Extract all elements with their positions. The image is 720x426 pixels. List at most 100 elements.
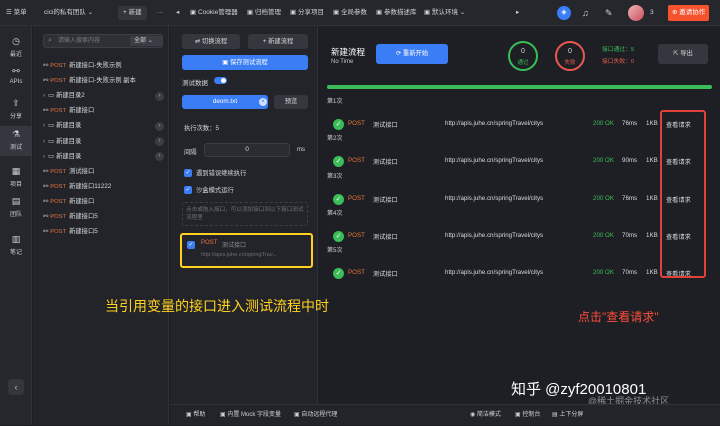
sandbox-option[interactable]: ✓ 沙盒模式运行 — [184, 185, 234, 195]
tree-folder[interactable]: › ▭ 新建目录 — [43, 151, 81, 163]
checkbox-checked-icon: ✓ — [184, 169, 192, 178]
tree-api-item[interactable]: ⚯ POST 新建接口 — [43, 196, 94, 208]
continue-on-error-option[interactable]: ✓ 遇到错误继续执行 — [184, 168, 246, 178]
flow-item-name: 测试接口 — [222, 243, 247, 249]
failed-label: 失败 — [564, 60, 576, 66]
stat-fail: 接口失败：0 — [602, 59, 635, 65]
cookie-icon: ▣ — [190, 9, 197, 16]
annotation-left: 当引用变量的接口进入测试流程中时 — [105, 298, 329, 314]
switch-flow-button[interactable]: ⇄ 切换流程 — [182, 34, 240, 49]
run-method: POST — [348, 269, 365, 277]
globe-icon: ▣ — [333, 9, 340, 16]
search-input[interactable]: 请输入搜索内容 — [58, 35, 100, 47]
edit-icon[interactable]: ✎ — [605, 0, 613, 26]
nav-share[interactable]: ⇪ 分享 — [0, 98, 32, 120]
run-row: ✓ POST 测试接口 http://apis.juhe.cn/springTrave… — [327, 147, 712, 177]
annotation-right: 点击"查看请求" — [578, 310, 659, 324]
drop-zone[interactable]: 点击或拖入接口，可以添加接口到以下接口测试流程里 — [182, 202, 308, 226]
invite-button[interactable]: ⊕ 邀请协作 — [668, 5, 710, 21]
console-icon: ▣ — [515, 412, 521, 418]
new-button[interactable]: + 新建 — [118, 6, 147, 20]
test-data-toggle[interactable] — [214, 77, 227, 84]
interval-label: 间隔 — [184, 149, 197, 156]
run-size: 1KB — [646, 120, 658, 127]
chevron-right-icon[interactable]: › — [155, 137, 164, 146]
filter-select[interactable]: 全部 ⌄ — [130, 36, 162, 46]
check-circle-icon: ✓ — [333, 268, 344, 280]
run-name: 测试接口 — [373, 271, 398, 279]
bell-icon[interactable]: ♫ — [582, 0, 589, 26]
run-url: http://apis.juhe.cn/springTravel/citys — [445, 120, 544, 127]
split-view-button[interactable]: ▤ 上下分屏 — [552, 405, 583, 426]
nav-test[interactable]: ⚗ 测试 — [0, 126, 32, 156]
link-icon: ⚯ — [43, 107, 49, 115]
proxy-icon: ▣ — [294, 412, 300, 418]
export-button[interactable]: ⇱ 导出 — [658, 44, 708, 64]
tree-api-item[interactable]: ⚯ POST 测试接口 — [43, 166, 94, 178]
tab-archive[interactable]: ▣ 归档管理 — [247, 0, 281, 26]
chevron-right-icon[interactable]: › — [155, 152, 164, 162]
flow-config-panel: ⇄ 切换流程 + 新建流程 ▣ 保存测试流程 测试数据 deom.txt × 预… — [170, 26, 318, 425]
progress-track — [327, 85, 712, 89]
chevron-right-icon[interactable]: › — [155, 121, 164, 131]
run-method: POST — [348, 120, 365, 127]
new-flow-button[interactable]: + 新建流程 — [248, 34, 308, 49]
failed-gauge: 0 失败 — [555, 41, 585, 71]
library-icon: ▣ — [376, 9, 383, 16]
tab-cookie[interactable]: ▣ Cookie管理器 — [190, 0, 238, 26]
exec-count: 执行次数：5 — [184, 125, 219, 132]
run-url: http://apis.juhe.cn/springTravel/citys — [445, 194, 544, 202]
run-time: 70ms — [622, 231, 638, 239]
environment-selector[interactable]: ▣ 默认环境 ⌄ — [424, 0, 465, 26]
more-icon[interactable]: ··· — [157, 0, 164, 26]
avatar[interactable] — [628, 5, 644, 21]
tab-share[interactable]: ▣ 分享项目 — [290, 0, 324, 26]
expand-icon: › — [43, 152, 46, 160]
remove-file-icon[interactable]: × — [259, 98, 267, 106]
tree-folder[interactable]: › ▭ 新建目录 — [43, 120, 81, 132]
help-button[interactable]: ▣ 帮助 — [186, 405, 205, 426]
tab-global-params[interactable]: ▣ 全局参数 — [333, 0, 367, 26]
mock-vars-button[interactable]: ▣ 内置 Mock 字段变量 — [220, 405, 281, 426]
nav-apis[interactable]: ⚯ APIs — [0, 66, 32, 85]
sync-icon[interactable]: ◈ — [557, 6, 571, 20]
expand-icon: › — [43, 92, 46, 100]
notes-icon: ▥ — [11, 234, 21, 244]
data-file-chip[interactable]: deom.txt — [182, 95, 268, 109]
prev-icon[interactable]: ◂ — [176, 0, 179, 26]
tree-api-item[interactable]: ⚯ POST 新建接口5 — [43, 226, 98, 238]
team-selector[interactable]: cici的私有团队 ⌄ — [44, 0, 93, 26]
flow-time: No Time — [331, 59, 354, 65]
restart-button[interactable]: ⟳ 重新开始 — [376, 44, 448, 64]
export-icon: ⇱ — [673, 50, 679, 57]
nav-recent[interactable]: ◷ 最近 — [0, 36, 32, 58]
chevron-right-icon[interactable]: › — [155, 91, 164, 101]
nav-project[interactable]: ▦ 项目 — [0, 166, 32, 188]
tree-api-item[interactable]: ⚯ POST 新建接口11222 — [43, 181, 111, 193]
run-row: ✓ POST 测试接口 http://apis.juhe.cn/springTrave… — [327, 259, 712, 289]
team-icon: ▤ — [11, 196, 21, 206]
checkbox-checked-icon[interactable]: ✓ — [187, 241, 195, 249]
run-label: 第1次 — [327, 99, 343, 105]
collapse-icon[interactable]: ‹ — [8, 379, 24, 395]
tree-api-item[interactable]: ⚯ POST 新建接口5 — [43, 211, 98, 223]
tab-param-library[interactable]: ▣ 参数描述库 — [376, 0, 416, 26]
nav-notes[interactable]: ▥ 笔记 — [0, 234, 32, 256]
mock-icon: ▣ — [220, 412, 226, 418]
menu-button[interactable]: ☰ 菜单 — [6, 0, 27, 26]
tree-api-item[interactable]: ⚯ POST 新建接口-失败示例 副本 — [43, 75, 136, 87]
tree-api-item[interactable]: ⚯ POST 新建接口-失败示例 — [43, 60, 122, 72]
tree-folder[interactable]: › ▭ 新建目录 — [43, 136, 81, 148]
simple-mode-button[interactable]: ◉ 简洁模式 — [470, 405, 501, 426]
interval-input[interactable]: 0 — [204, 143, 290, 157]
tree-folder[interactable]: › ▭ 新建目录2 — [43, 90, 85, 102]
nav-team[interactable]: ▤ 团队 — [0, 196, 32, 218]
remote-proxy-button[interactable]: ▣ 自动远程代理 — [294, 405, 337, 426]
next-icon[interactable]: ▸ — [516, 0, 519, 26]
console-button[interactable]: ▣ 控制台 — [515, 405, 540, 426]
preview-button[interactable]: 预览 — [274, 95, 308, 109]
save-flow-button[interactable]: ▣ 保存测试流程 — [182, 55, 308, 70]
checkbox-checked-icon: ✓ — [184, 186, 192, 195]
folder-icon: ▭ — [48, 137, 55, 145]
tree-api-item[interactable]: ⚯ POST 新建接口 — [43, 105, 94, 117]
